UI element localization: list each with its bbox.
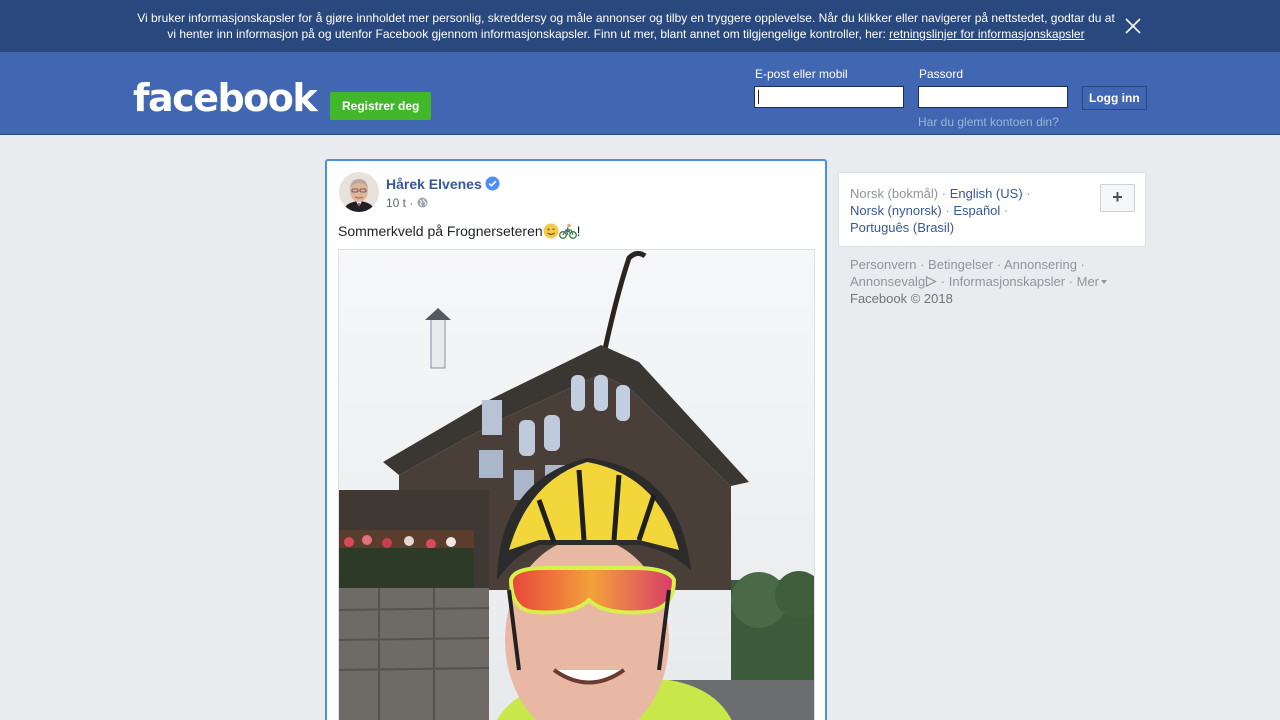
password-label: Passord (919, 67, 964, 81)
language-link-nynorsk[interactable]: Norsk (nynorsk) (850, 203, 942, 218)
footer-link-terms[interactable]: Betingelser (928, 257, 993, 272)
language-link-portuguese[interactable]: Português (Brasil) (850, 220, 954, 235)
forgot-account-link[interactable]: Har du glemt kontoen din? (918, 115, 1059, 129)
post-photo[interactable] (338, 249, 815, 720)
post-text-end: ! (576, 223, 581, 239)
post-message: Sommerkveld på Frognerseteren! (338, 222, 581, 240)
register-button[interactable]: Registrer deg (330, 92, 432, 120)
close-icon[interactable] (1121, 14, 1145, 38)
adchoices-icon (925, 274, 938, 287)
cookie-banner-text: Vi bruker informasjonskapsler for å gjør… (128, 10, 1124, 42)
cookie-banner: Vi bruker informasjonskapsler for å gjør… (0, 0, 1280, 52)
login-button[interactable]: Logg inn (1082, 86, 1147, 110)
footer-link-more[interactable]: Mer (1077, 274, 1099, 289)
post-timestamp[interactable]: 10 t · (386, 196, 413, 210)
password-input[interactable] (918, 86, 1068, 108)
post-text-main: Sommerkveld på Frognerseteren (338, 223, 543, 239)
footer-links: Personvern · Betingelser · Annonsering ·… (850, 256, 1146, 307)
bicycle-emoji-icon (558, 223, 577, 239)
footer-link-advertising[interactable]: Annonsering (1004, 257, 1077, 272)
current-language: Norsk (bokmål) (850, 186, 939, 201)
globe-icon (417, 197, 428, 208)
language-selector-card: Norsk (bokmål) · English (US) · Norsk (n… (838, 172, 1146, 247)
cookie-text-line1: Vi bruker informasjonskapsler for å gjør… (137, 11, 1115, 25)
add-language-button[interactable]: + (1100, 184, 1135, 212)
language-link-spanish[interactable]: Español (953, 203, 1000, 218)
email-label: E-post eller mobil (755, 67, 848, 81)
facebook-logo[interactable]: facebook (133, 76, 318, 120)
verified-badge-icon (485, 176, 500, 191)
chevron-down-icon (1101, 280, 1108, 284)
text-cursor (758, 90, 759, 104)
post-card: Hårek Elvenes 10 t · Sommerkveld på Frog… (325, 159, 827, 720)
copyright-text: Facebook © 2018 (850, 291, 953, 306)
language-link-english[interactable]: English (US) (950, 186, 1023, 201)
smiling-face-emoji-icon (543, 223, 559, 239)
footer-link-cookies[interactable]: Informasjonskapsler (949, 274, 1065, 289)
author-avatar[interactable] (339, 172, 379, 212)
footer-link-privacy[interactable]: Personvern (850, 257, 916, 272)
footer-link-adchoices[interactable]: Annonsevalg (850, 274, 925, 289)
cookie-text-line2: vi henter inn informasjon på og utenfor … (167, 27, 886, 41)
email-input[interactable] (754, 86, 904, 108)
language-list: Norsk (bokmål) · English (US) · Norsk (n… (850, 186, 1031, 235)
author-name-link[interactable]: Hårek Elvenes (386, 175, 482, 193)
cookie-policy-link[interactable]: retningslinjer for informasjonskapsler (889, 27, 1084, 41)
